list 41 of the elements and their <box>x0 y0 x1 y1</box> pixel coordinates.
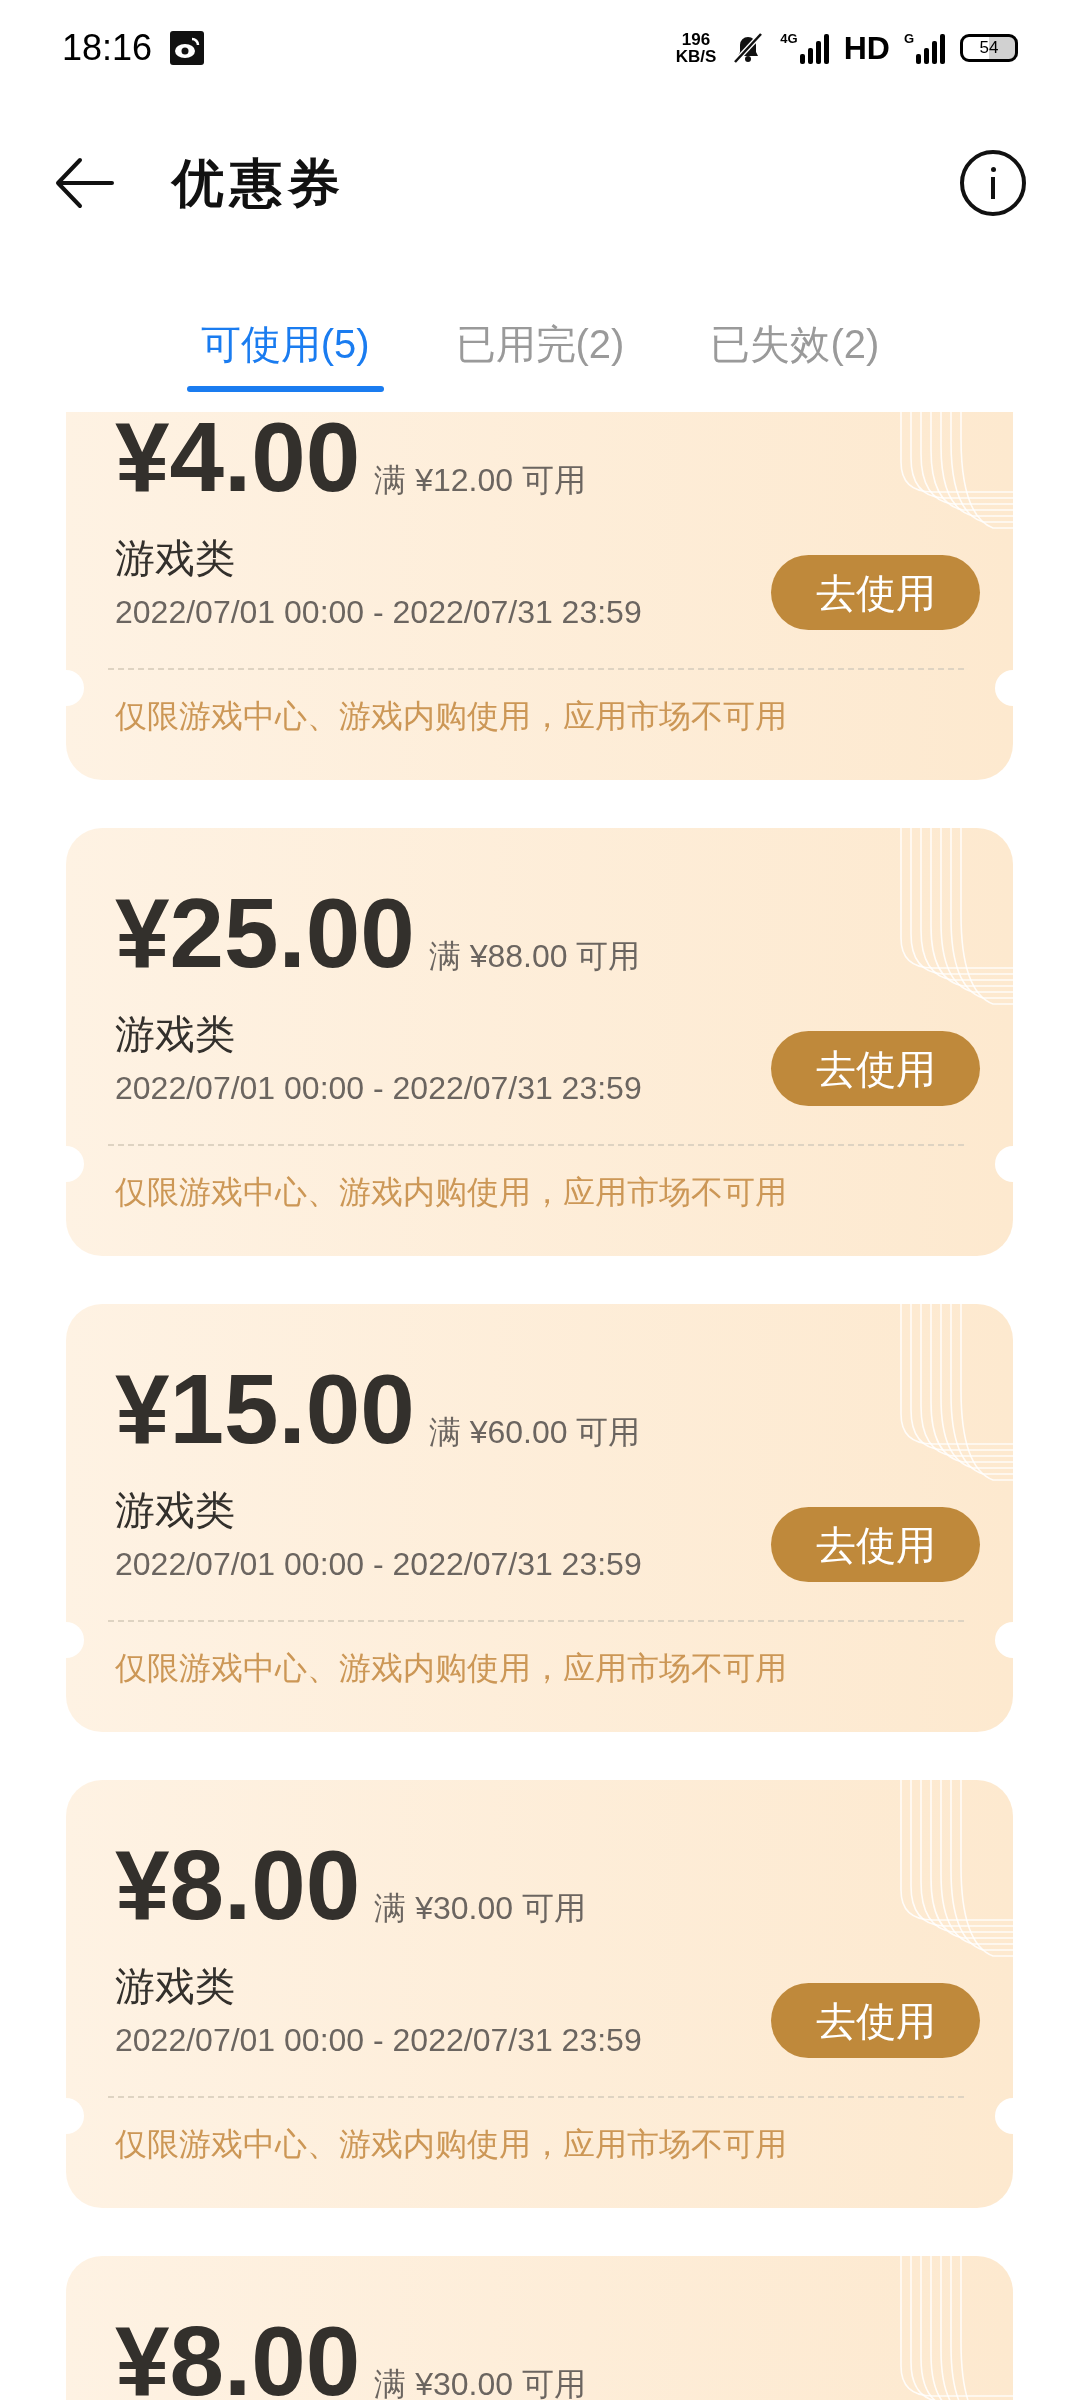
coupon-note: 仅限游戏中心、游戏内购使用，应用市场不可用 <box>115 1173 788 1212</box>
coupon-amount: ¥15.00 <box>115 1360 415 1458</box>
coupon-validity: 2022/07/01 00:00 - 2022/07/31 23:59 <box>115 1545 642 1584</box>
coupon-condition: 满 ¥12.00 可用 <box>374 461 586 500</box>
coupon-category: 游戏类 <box>115 1011 236 1058</box>
coupon-amount: ¥8.00 <box>115 1836 361 1934</box>
coupon-validity: 2022/07/01 00:00 - 2022/07/31 23:59 <box>115 1069 642 1108</box>
coupon-note: 仅限游戏中心、游戏内购使用，应用市场不可用 <box>115 697 788 736</box>
tab[interactable]: 可使用(5) <box>186 298 384 390</box>
coupon-note: 仅限游戏中心、游戏内购使用，应用市场不可用 <box>115 1649 788 1688</box>
coupon-note: 仅限游戏中心、游戏内购使用，应用市场不可用 <box>115 2125 788 2164</box>
network-type: 4G <box>780 31 798 45</box>
use-button[interactable]: 去使用 <box>771 1031 980 1106</box>
coupon-amount: ¥25.00 <box>115 884 415 982</box>
signal-icon <box>916 31 946 64</box>
hd-indicator: HD <box>843 31 890 64</box>
clock-time: 18:16 <box>62 25 153 70</box>
tab[interactable]: 已用完(2) <box>441 298 639 390</box>
coupon-condition: 满 ¥88.00 可用 <box>428 937 641 976</box>
use-button[interactable]: 去使用 <box>771 1983 980 2058</box>
network-type: G <box>903 31 914 45</box>
coupon-condition: 满 ¥60.00 可用 <box>428 1413 641 1452</box>
page-title: 优惠券 <box>172 152 346 214</box>
use-button[interactable]: 去使用 <box>771 555 980 630</box>
info-button[interactable] <box>960 149 1026 216</box>
tab[interactable]: 已失效(2) <box>696 298 894 390</box>
signal-icon <box>799 31 830 64</box>
coupon-condition: 满 ¥30.00 可用 <box>374 1889 586 1928</box>
coupon-condition: 满 ¥30.00 可用 <box>374 2365 586 2400</box>
coupon-amount: ¥8.00 <box>115 2312 361 2400</box>
coupon-amount: ¥4.00 <box>115 412 361 506</box>
coupon-validity: 2022/07/01 00:00 - 2022/07/31 23:59 <box>115 2021 642 2060</box>
net-speed-unit: KB/S <box>675 47 717 65</box>
app-notification-icon <box>170 30 205 65</box>
coupon-category: 游戏类 <box>115 1487 236 1534</box>
coupon-category: 游戏类 <box>115 535 236 582</box>
net-speed: 196 <box>681 30 711 48</box>
coupon-validity: 2022/07/01 00:00 - 2022/07/31 23:59 <box>115 593 642 632</box>
use-button[interactable]: 去使用 <box>771 1507 980 1582</box>
coupon-category: 游戏类 <box>115 1963 236 2010</box>
battery-indicator: 54 <box>960 33 1018 62</box>
